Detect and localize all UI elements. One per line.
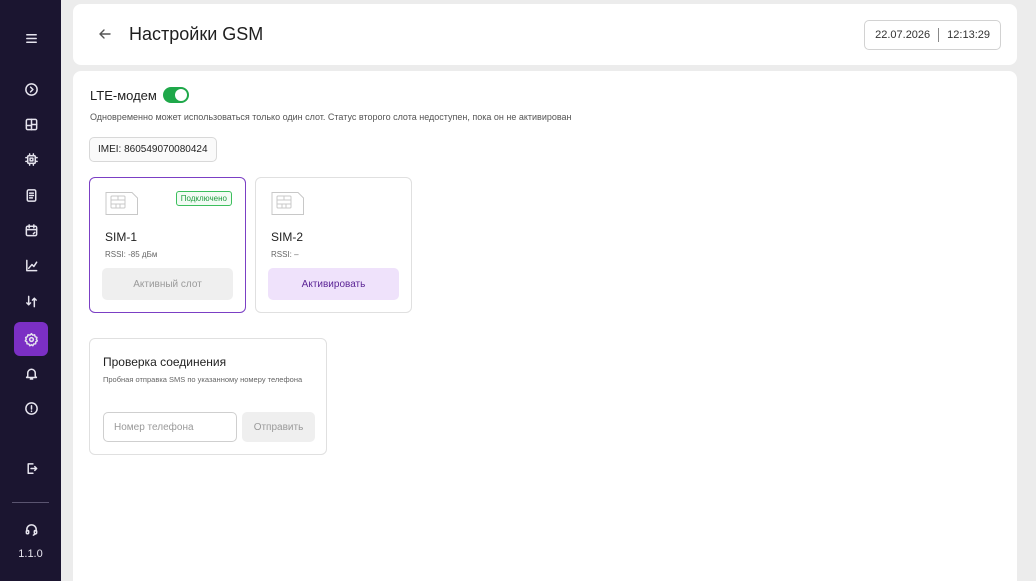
page-header: Настройки GSM 22.07.2026 12:13:29 [73,4,1017,65]
lte-modem-label: LTE-модем [90,87,157,103]
connected-badge: Подключено [175,191,232,206]
time-text: 12:13:29 [947,29,990,41]
connection-check-description: Пробная отправка SMS по указанному номер… [103,375,303,384]
bell-icon[interactable] [14,356,48,390]
slot-note: Одновременно может использоваться только… [90,112,572,122]
app-version: 1.1.0 [18,548,43,560]
lte-modem-toggle[interactable] [162,87,189,103]
connection-check-title: Проверка соединения [103,355,227,369]
imei-badge: IMEI: 860549070080424 [89,137,217,162]
active-slot-button: Активный слот [102,268,233,300]
alert-icon[interactable] [14,391,48,425]
connection-check-card: Проверка соединения Пробная отправка SMS… [89,338,327,455]
datetime-display: 22.07.2026 12:13:29 [864,20,1001,50]
lte-modem-row: LTE-модем [90,87,189,103]
calendar-icon[interactable] [14,213,48,247]
sidebar-divider [12,502,49,503]
phone-number-input[interactable] [103,412,237,442]
sim-card-icon [105,191,139,216]
chart-icon[interactable] [14,248,48,282]
datetime-separator [938,28,940,42]
document-icon[interactable] [14,178,48,212]
menu-icon[interactable] [14,21,48,55]
send-button[interactable]: Отправить [242,412,315,442]
sidebar: 1.1.0 [0,0,61,581]
toggle-knob [174,89,187,101]
dashboard-icon[interactable] [14,107,48,141]
sim-card-icon [271,191,305,216]
page-title: Настройки GSM [129,24,264,44]
activate-button[interactable]: Активировать [268,268,399,300]
date-text: 22.07.2026 [875,29,931,41]
chip-icon[interactable] [14,142,48,176]
sim-name: SIM-2 [271,230,304,244]
logout-icon[interactable] [14,451,48,485]
gsm-settings-panel: LTE-модем Одновременно может использоват… [73,71,1017,581]
back-arrow-icon[interactable] [97,26,113,42]
sim-rssi: RSSI: – [271,250,299,259]
sim-card-1[interactable]: Подключено SIM-1 RSSI: -85 дБм Активный … [89,177,246,313]
sim-card-2[interactable]: SIM-2 RSSI: – Активировать [255,177,412,313]
sim-name: SIM-1 [105,230,138,244]
transfer-icon[interactable] [14,284,48,318]
gear-icon[interactable] [14,322,48,356]
headset-icon[interactable] [14,512,48,546]
circle-chevron-icon[interactable] [14,72,48,106]
sim-rssi: RSSI: -85 дБм [105,250,158,259]
